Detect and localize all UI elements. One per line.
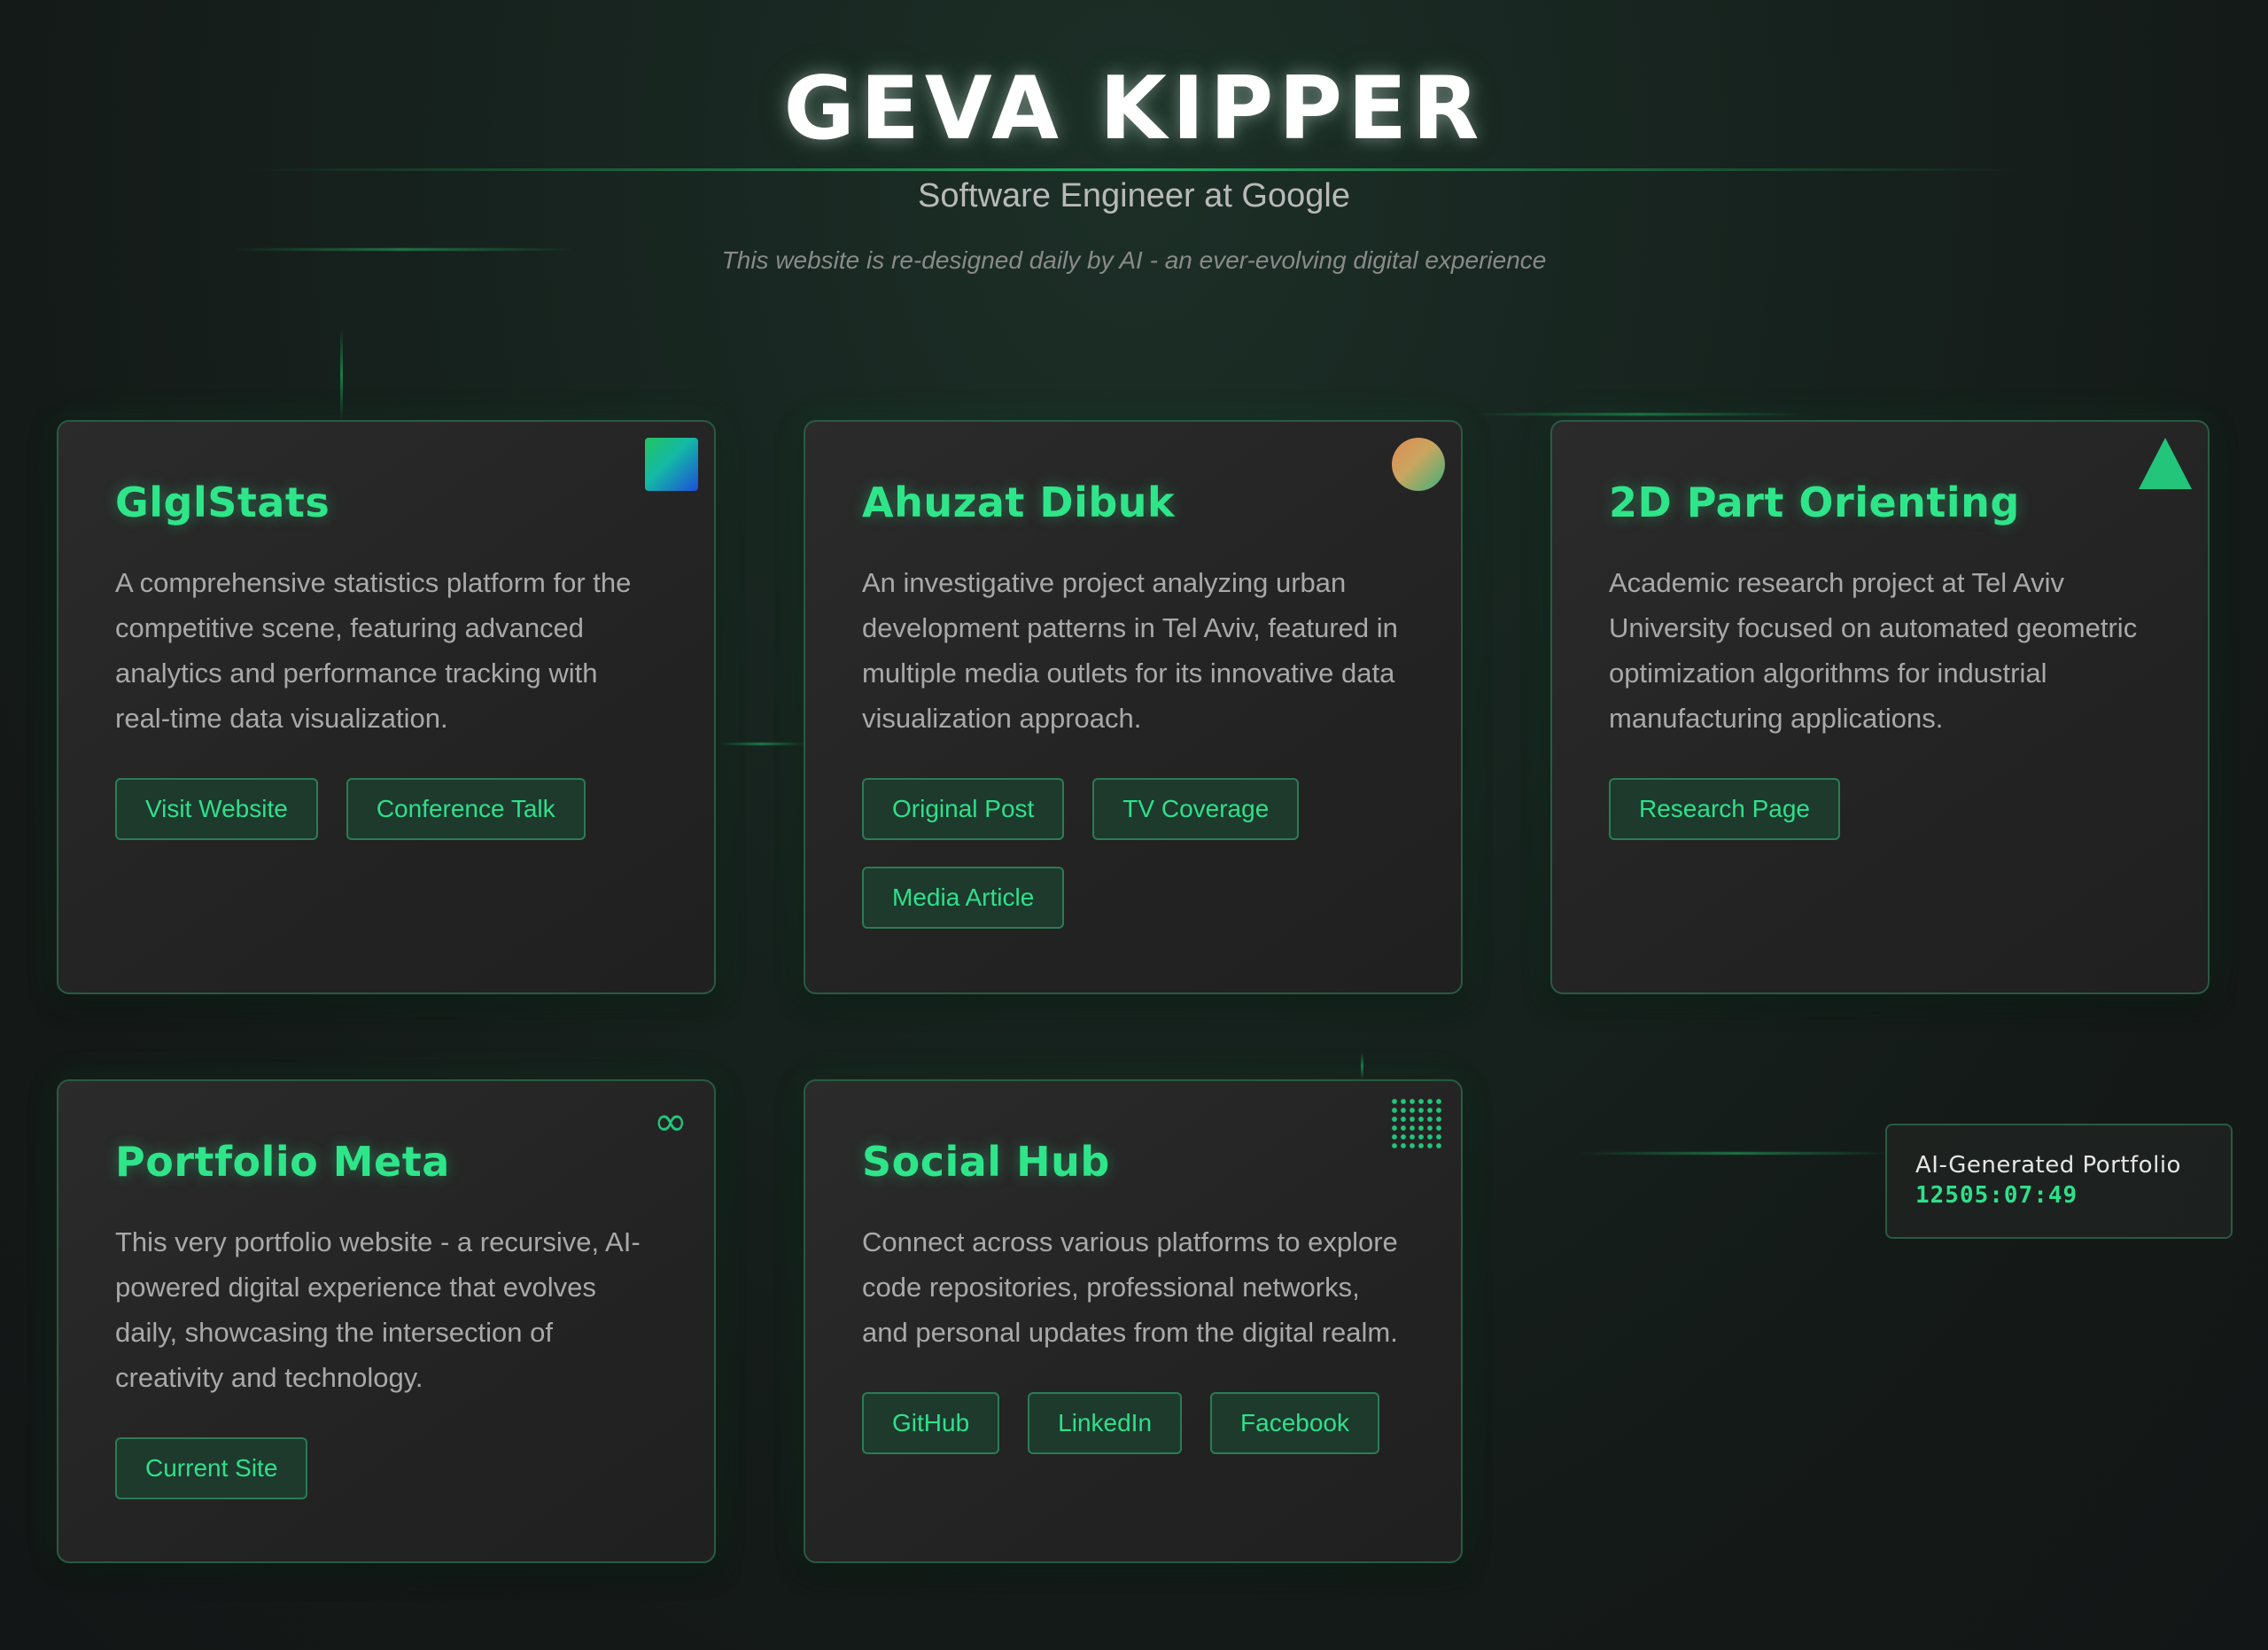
project-card-glglstats: GlglStats A comprehensive statistics pla… bbox=[57, 420, 716, 994]
card-title: Portfolio Meta bbox=[115, 1138, 450, 1186]
page-title: GEVA KIPPER bbox=[783, 58, 1485, 160]
title-underline bbox=[248, 168, 2020, 171]
page-subtitle: Software Engineer at Google bbox=[918, 177, 1350, 214]
visit-website-button[interactable]: Visit Website bbox=[115, 778, 318, 840]
card-title: 2D Part Orienting bbox=[1609, 479, 2020, 526]
project-card-2d-part-orienting: 2D Part Orienting Academic research proj… bbox=[1550, 420, 2210, 994]
project-card-ahuzat-dibuk: Ahuzat Dibuk An investigative project an… bbox=[804, 420, 1463, 994]
current-site-button[interactable]: Current Site bbox=[115, 1437, 308, 1499]
media-article-button[interactable]: Media Article bbox=[862, 867, 1065, 929]
card-button-row: Research Page bbox=[1609, 778, 2153, 840]
card-button-row: GitHub LinkedIn Facebook bbox=[862, 1392, 1406, 1454]
tv-coverage-button[interactable]: TV Coverage bbox=[1092, 778, 1300, 840]
card-description: A comprehensive statistics platform for … bbox=[115, 567, 632, 734]
decor-line bbox=[340, 328, 343, 421]
page-tagline: This website is re-designed daily by AI … bbox=[721, 246, 1547, 274]
decor-line bbox=[1577, 1152, 1896, 1155]
card-button-row: Original Post TV Coverage Media Article bbox=[862, 778, 1411, 929]
card-description: This very portfolio website - a recursiv… bbox=[115, 1226, 641, 1393]
ai-generated-badge: AI-Generated Portfolio 12505:07:49 bbox=[1885, 1124, 2233, 1239]
decor-line bbox=[718, 743, 806, 745]
gradient-square-icon bbox=[645, 438, 698, 491]
github-button[interactable]: GitHub bbox=[862, 1392, 1000, 1454]
triangle-icon bbox=[2139, 438, 2192, 489]
decor-line bbox=[1471, 413, 1807, 416]
card-description: Connect across various platforms to expl… bbox=[862, 1226, 1398, 1348]
gradient-circle-icon bbox=[1392, 438, 1445, 491]
project-card-social-hub: Social Hub Connect across various platfo… bbox=[804, 1079, 1463, 1563]
card-title: Social Hub bbox=[862, 1138, 1110, 1186]
original-post-button[interactable]: Original Post bbox=[862, 778, 1065, 840]
card-title: Ahuzat Dibuk bbox=[862, 479, 1176, 526]
infinity-icon: ∞ bbox=[653, 1097, 687, 1145]
card-button-row: Current Site bbox=[115, 1437, 659, 1499]
research-page-button[interactable]: Research Page bbox=[1609, 778, 1841, 840]
project-card-portfolio-meta: ∞ Portfolio Meta This very portfolio web… bbox=[57, 1079, 716, 1563]
conference-talk-button[interactable]: Conference Talk bbox=[346, 778, 586, 840]
card-description: An investigative project analyzing urban… bbox=[862, 567, 1398, 734]
decor-line bbox=[1361, 1053, 1363, 1079]
dot-grid-icon bbox=[1390, 1097, 1445, 1152]
card-title: GlglStats bbox=[115, 479, 330, 526]
facebook-button[interactable]: Facebook bbox=[1210, 1392, 1379, 1454]
ai-badge-clock: 12505:07:49 bbox=[1915, 1182, 2078, 1209]
ai-badge-label: AI-Generated Portfolio bbox=[1915, 1152, 2181, 1179]
card-description: Academic research project at Tel Aviv Un… bbox=[1609, 567, 2138, 734]
linkedin-button[interactable]: LinkedIn bbox=[1028, 1392, 1183, 1454]
card-button-row: Visit Website Conference Talk bbox=[115, 778, 659, 840]
